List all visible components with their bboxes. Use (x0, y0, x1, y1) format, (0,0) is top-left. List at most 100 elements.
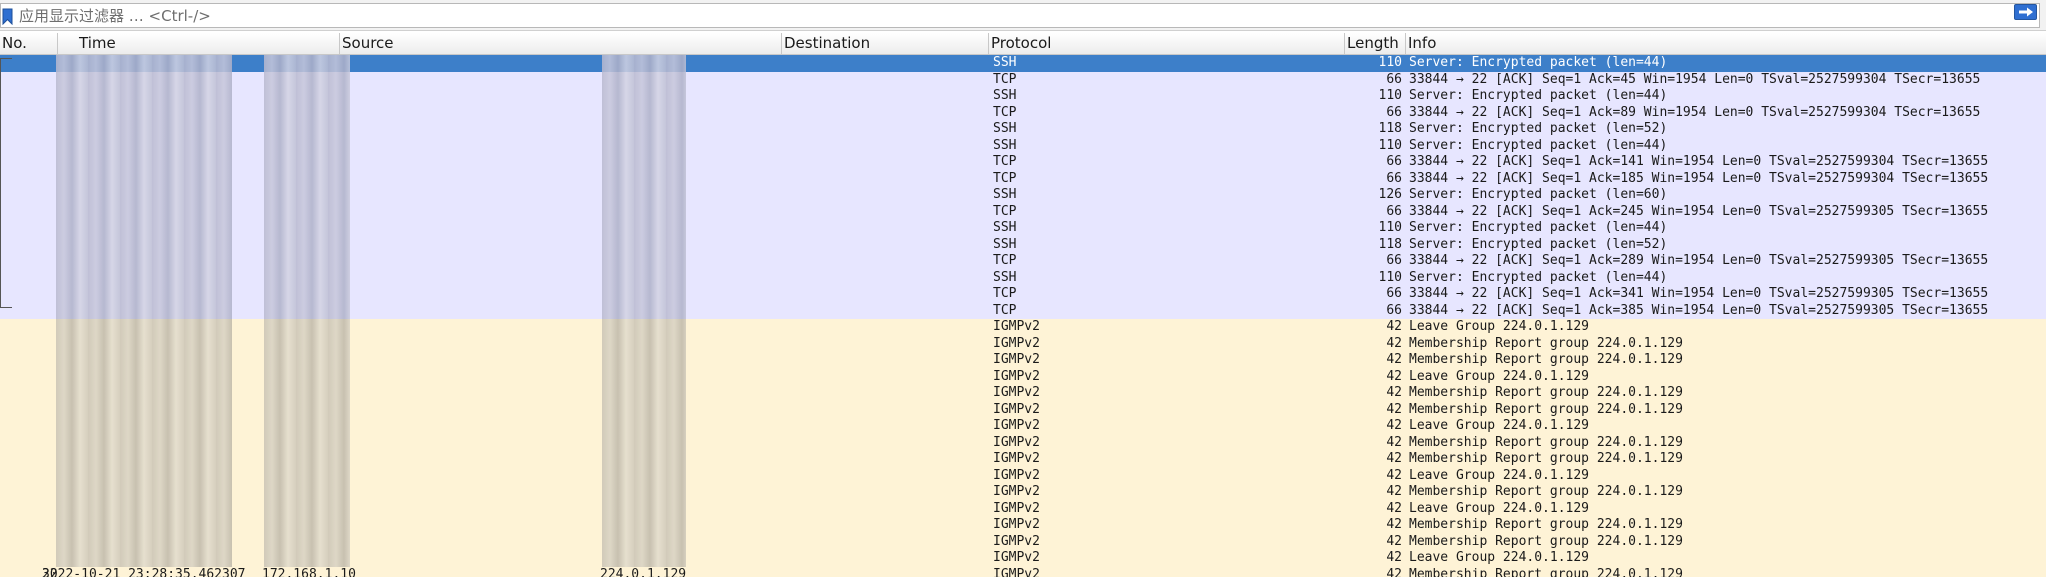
packet-row[interactable]: IGMPv2 42 Membership Report group 224.0.1.… (0, 401, 2046, 418)
packet-info: Leave Group 224.0.1.129 (1409, 550, 1590, 565)
redacted-field (56, 253, 232, 270)
packet-protocol: IGMPv2 (993, 368, 1040, 384)
redacted-field (56, 434, 232, 451)
packet-protocol: TCP (993, 203, 1017, 219)
packet-row[interactable]: IGMPv2 42 Leave Group 224.0.1.129 (0, 550, 2046, 567)
apply-filter-button[interactable] (2014, 4, 2037, 20)
column-header-source[interactable]: Source (340, 33, 782, 55)
packet-row[interactable]: SSH 110 Server: Encrypted packet (len=44) (0, 88, 2046, 105)
redacted-field (56, 550, 232, 567)
packet-row[interactable]: TCP 66 33844 → 22 [ACK] Seq=1 Ack=185 Win=… (0, 170, 2046, 187)
redacted-field (264, 484, 350, 501)
packet-row[interactable]: SSH 110 Server: Encrypted packet (len=44) (0, 137, 2046, 154)
packet-row[interactable]: IGMPv2 42 Membership Report group 224.0.1.… (0, 352, 2046, 369)
packet-length: 66 (1386, 302, 1402, 318)
packet-row[interactable]: TCP 66 33844 → 22 [ACK] Seq=1 Ack=89 Win=1… (0, 104, 2046, 121)
packet-row[interactable]: SSH 110 Server: Encrypted packet (len=44) (0, 55, 2046, 72)
redacted-field (264, 451, 350, 468)
packet-protocol: SSH (993, 220, 1017, 235)
packet-row[interactable]: IGMPv2 42 Membership Report group 224.0.1.… (0, 517, 2046, 534)
packet-row[interactable]: TCP 66 33844 → 22 [ACK] Seq=1 Ack=45 Win=1… (0, 71, 2046, 88)
packet-row[interactable]: IGMPv2 42 Membership Report group 224.0.1.… (0, 451, 2046, 468)
packet-info: 33844 → 22 [ACK] Seq=1 Ack=141 Win=1954 … (1409, 154, 1989, 169)
redacted-field (264, 236, 350, 253)
packet-row[interactable]: IGMPv2 42 Leave Group 224.0.1.129 (0, 319, 2046, 336)
filter-placeholder: 应用显示过滤器 … <Ctrl-/> (19, 7, 211, 25)
redacted-field (602, 352, 686, 369)
packet-row[interactable]: IGMPv2 42 Membership Report group 224.0.1.… (0, 434, 2046, 451)
column-header-no[interactable]: No. (0, 33, 58, 55)
packet-row[interactable]: IGMPv2 42 Leave Group 224.0.1.129 (0, 418, 2046, 435)
redacted-field (602, 434, 686, 451)
redacted-field (264, 517, 350, 534)
packet-row[interactable]: IGMPv2 42 Leave Group 224.0.1.129 (0, 467, 2046, 484)
packet-info: Membership Report group 224.0.1.129 (1409, 517, 1683, 532)
redacted-field (56, 500, 232, 517)
redacted-field (56, 368, 232, 385)
redacted-field (56, 269, 232, 286)
packet-row[interactable]: SSH 126 Server: Encrypted packet (len=60) (0, 187, 2046, 204)
redacted-field (264, 104, 350, 121)
column-header-destination[interactable]: Destination (782, 33, 989, 55)
redacted-field (602, 220, 686, 237)
column-header-time[interactable]: Time (77, 33, 340, 55)
display-filter-toolbar: 应用显示过滤器 … <Ctrl-/> (0, 0, 2046, 31)
packet-destination: 224.0.1.129 (600, 566, 687, 577)
redacted-field (56, 418, 232, 435)
packet-protocol: IGMPv2 (993, 335, 1040, 351)
redacted-field (602, 319, 686, 336)
redacted-field (602, 170, 686, 187)
packet-row[interactable]: SSH 118 Server: Encrypted packet (len=52) (0, 236, 2046, 253)
redacted-field (264, 269, 350, 286)
column-header-length[interactable]: Length (1345, 33, 1406, 55)
redacted-field (264, 368, 350, 385)
packet-length: 42 (1386, 368, 1402, 384)
display-filter-input[interactable]: 应用显示过滤器 … <Ctrl-/> (0, 3, 2040, 28)
packet-protocol: TCP (993, 286, 1017, 301)
packet-length: 66 (1386, 286, 1402, 301)
packet-row[interactable]: IGMPv2 42 Membership Report group 224.0.1.… (0, 335, 2046, 352)
packet-protocol: IGMPv2 (993, 352, 1040, 367)
redacted-field (56, 533, 232, 550)
packet-row[interactable]: TCP 66 33844 → 22 [ACK] Seq=1 Ack=289 Win=… (0, 253, 2046, 270)
redacted-field (602, 187, 686, 204)
packet-row[interactable]: SSH 110 Server: Encrypted packet (len=44) (0, 220, 2046, 237)
conversation-bracket (0, 58, 12, 308)
redacted-field (264, 467, 350, 484)
redacted-field (602, 335, 686, 352)
packet-info: Leave Group 224.0.1.129 (1409, 368, 1590, 384)
redacted-field (264, 253, 350, 270)
redacted-field (264, 500, 350, 517)
column-header-protocol[interactable]: Protocol (989, 33, 1345, 55)
packet-length: 110 (1378, 137, 1402, 153)
packet-row[interactable]: TCP 66 33844 → 22 [ACK] Seq=1 Ack=141 Win=… (0, 154, 2046, 171)
redacted-field (56, 71, 232, 88)
packet-row[interactable]: 32 2022-10-21 23:28:35.462307 172.168.1.10… (0, 566, 2046, 577)
packet-length: 110 (1378, 269, 1402, 285)
packet-info: 33844 → 22 [ACK] Seq=1 Ack=289 Win=1954 … (1409, 253, 1989, 268)
packet-row[interactable]: IGMPv2 42 Leave Group 224.0.1.129 (0, 368, 2046, 385)
packet-length: 42 (1386, 467, 1402, 483)
packet-row[interactable]: IGMPv2 42 Membership Report group 224.0.1.… (0, 385, 2046, 402)
packet-protocol: SSH (993, 137, 1017, 153)
packet-row[interactable]: IGMPv2 42 Membership Report group 224.0.1.… (0, 533, 2046, 550)
packet-length: 66 (1386, 104, 1402, 120)
packet-length: 42 (1386, 434, 1402, 450)
packet-row[interactable]: TCP 66 33844 → 22 [ACK] Seq=1 Ack=245 Win=… (0, 203, 2046, 220)
redacted-field (56, 451, 232, 468)
redacted-field (264, 203, 350, 220)
bookmark-icon[interactable] (2, 8, 13, 26)
column-header-info[interactable]: Info (1406, 33, 2046, 55)
packet-info: Membership Report group 224.0.1.129 (1409, 484, 1683, 499)
packet-row[interactable]: SSH 118 Server: Encrypted packet (len=52) (0, 121, 2046, 138)
packet-list[interactable]: SSH 110 Server: Encrypted packet (len=44) T… (0, 55, 2046, 577)
packet-row[interactable]: IGMPv2 42 Membership Report group 224.0.1.… (0, 484, 2046, 501)
packet-row[interactable]: TCP 66 33844 → 22 [ACK] Seq=1 Ack=341 Win=… (0, 286, 2046, 303)
redacted-field (264, 71, 350, 88)
packet-row[interactable]: SSH 110 Server: Encrypted packet (len=44) (0, 269, 2046, 286)
redacted-field (602, 236, 686, 253)
packet-row[interactable]: IGMPv2 42 Leave Group 224.0.1.129 (0, 500, 2046, 517)
packet-row[interactable]: TCP 66 33844 → 22 [ACK] Seq=1 Ack=385 Win=… (0, 302, 2046, 319)
packet-protocol: IGMPv2 (993, 500, 1040, 516)
redacted-field (56, 484, 232, 501)
